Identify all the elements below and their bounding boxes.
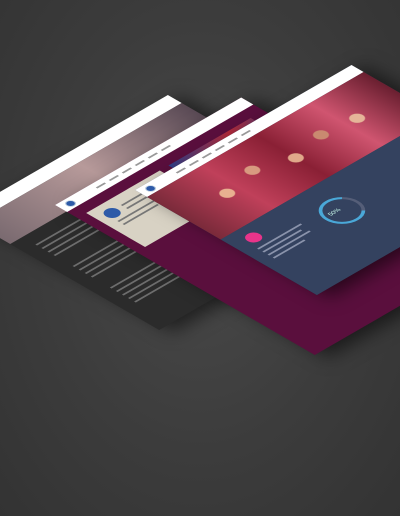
school-logo-icon [62, 198, 78, 208]
heart-icon [241, 230, 266, 245]
mockup-scene: 50% [0, 0, 400, 516]
